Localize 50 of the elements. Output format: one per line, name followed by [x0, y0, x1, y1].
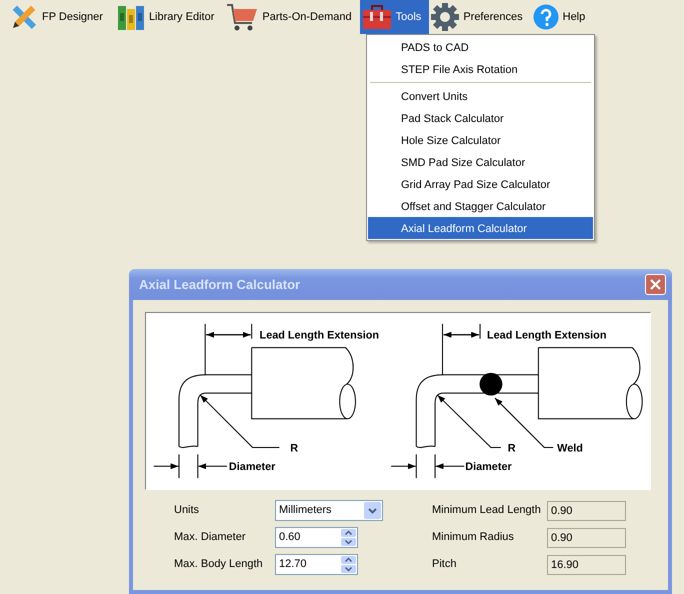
field-label: Units — [174, 503, 200, 518]
help-icon — [532, 4, 559, 30]
dimension-arrow — [198, 463, 228, 470]
spinner-field[interactable]: 0.60 — [275, 527, 358, 548]
toolbar-button[interactable]: Parts-On-Demand — [224, 0, 360, 34]
diagram-label: Diameter — [465, 461, 512, 474]
extension-line — [204, 323, 206, 376]
weld-dot — [480, 372, 502, 396]
result-field: 16.90 — [547, 554, 626, 574]
field-label: Max. Diameter — [174, 530, 247, 546]
result-field: 0.90 — [547, 500, 626, 520]
dimension-arrow — [435, 463, 465, 470]
leader-line — [437, 394, 502, 448]
books-icon — [116, 3, 145, 31]
spinner-arrows-icon — [341, 529, 356, 546]
toolbar-button[interactable]: Help — [530, 0, 594, 34]
diagram-label: R — [508, 442, 516, 454]
window-title: Axial Leadform Calculator — [139, 276, 300, 294]
diagram-label: Weld — [557, 442, 583, 454]
dimension-arrow — [443, 332, 480, 338]
close-icon — [649, 278, 662, 291]
dimension-arrow — [206, 332, 252, 338]
cart-icon — [226, 2, 258, 32]
close-button[interactable] — [645, 274, 666, 295]
result-label: Pitch — [432, 557, 458, 572]
units-dropdown[interactable]: Millimeters — [275, 500, 383, 521]
result-label: Minimum Lead Length — [432, 503, 542, 518]
extension-line — [251, 323, 252, 340]
diagram-label: Lead Length Extension — [487, 330, 606, 342]
field-label: Max. Body Length — [174, 557, 264, 572]
result-field: 0.90 — [547, 528, 626, 548]
spinner-field[interactable]: 12.70 — [275, 554, 358, 575]
spinner-arrows-icon — [341, 556, 356, 573]
extension-line — [480, 323, 481, 340]
dimension-arrow — [390, 463, 416, 470]
extension-line — [178, 454, 198, 479]
extension-line — [416, 454, 436, 479]
extension-line — [442, 323, 443, 376]
diagram-label: Lead Length Extension — [260, 330, 380, 342]
diagram-label: R — [290, 442, 298, 454]
result-label: Minimum Radius — [432, 530, 515, 546]
toolbar-button[interactable]: Library Editor — [114, 0, 222, 34]
dimension-arrow — [153, 463, 179, 470]
diagram-label: Diameter — [228, 461, 276, 474]
toolbar-button[interactable]: Preferences — [429, 0, 531, 34]
menu-item[interactable]: Axial Leadform Calculator — [368, 217, 593, 239]
pencil-ruler-icon — [10, 3, 38, 31]
toolbar-button[interactable]: Tools — [360, 0, 430, 34]
toolbar-button[interactable]: FP Designer — [8, 0, 111, 34]
toolbox-icon — [362, 4, 392, 30]
